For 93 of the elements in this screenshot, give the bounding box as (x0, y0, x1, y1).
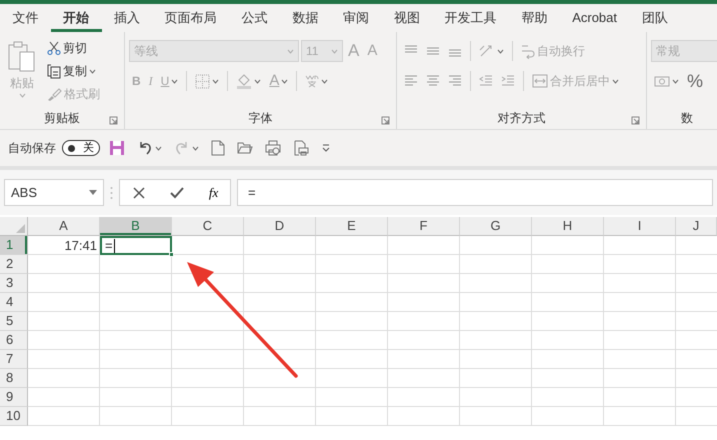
row-header[interactable]: 4 (0, 293, 28, 312)
drag-handle-icon (110, 186, 113, 200)
autosave-label: 自动保存 (8, 140, 56, 157)
ribbon-tab[interactable]: 开发工具 (432, 4, 510, 32)
wrap-text-icon (521, 43, 535, 59)
caret-icon (331, 48, 338, 54)
scissors-icon (47, 41, 61, 55)
group-label: 数 (681, 110, 693, 127)
row-header[interactable]: 10 (0, 407, 28, 426)
folder-icon (237, 141, 253, 155)
font-name-value: 等线 (134, 43, 158, 60)
column-header[interactable]: D (244, 217, 316, 236)
caret-icon (192, 146, 199, 150)
caret-icon (89, 68, 96, 74)
column-header[interactable]: E (316, 217, 388, 236)
decrease-indent-icon (479, 74, 493, 88)
caret-icon (212, 78, 220, 84)
document-printer-icon (293, 140, 309, 156)
caret-icon (321, 78, 328, 84)
row-header[interactable]: 9 (0, 388, 28, 407)
cut-button[interactable]: 剪切 (44, 38, 103, 58)
column-header[interactable]: C (172, 217, 244, 236)
caret-icon (612, 78, 619, 84)
align-left-icon (404, 74, 418, 88)
caret-icon (254, 78, 262, 84)
column-header[interactable]: A (28, 217, 100, 236)
ribbon-tab[interactable]: Acrobat (560, 4, 630, 32)
column-header[interactable]: I (604, 217, 676, 236)
align-right-icon (448, 74, 462, 88)
autosave-toggle[interactable]: 关 (62, 140, 100, 156)
ribbon-tab[interactable]: 文件 (0, 4, 51, 32)
row-header[interactable]: 8 (0, 369, 28, 388)
name-box[interactable]: ABS (4, 179, 104, 206)
ribbon-tab[interactable]: 视图 (381, 4, 432, 32)
dialog-launcher-icon[interactable] (381, 116, 390, 125)
ribbon-tab[interactable]: 审阅 (330, 4, 382, 32)
copy-icon (47, 64, 61, 78)
dropdown-arrow-icon[interactable] (89, 190, 97, 195)
caret-icon (497, 48, 504, 54)
column-header[interactable]: J (676, 217, 717, 236)
borders-icon (195, 74, 210, 88)
ribbon-tab[interactable]: 帮助 (509, 4, 560, 32)
group-label: 剪贴板 (44, 110, 80, 127)
formula-input[interactable]: = (237, 179, 713, 206)
font-size-value: 11 (306, 43, 318, 60)
caret-icon (171, 78, 178, 84)
caret-icon (281, 78, 288, 84)
accounting-icon (654, 74, 670, 88)
ribbon-tab[interactable]: 团队 (629, 4, 680, 32)
row-header[interactable]: 5 (0, 312, 28, 331)
row-header[interactable]: 2 (0, 255, 28, 274)
save-icon (109, 140, 125, 156)
caret-icon (672, 78, 679, 84)
column-header[interactable]: G (460, 217, 532, 236)
align-center-icon (426, 74, 440, 88)
increase-indent-icon (501, 74, 515, 88)
caret-icon (287, 48, 294, 54)
insert-function-button[interactable]: fx (206, 182, 220, 202)
row-header[interactable]: 1 (0, 236, 28, 255)
customize-caret-icon (321, 143, 331, 153)
caret-icon (155, 146, 162, 150)
active-cell[interactable]: = (100, 236, 172, 255)
row-header[interactable]: 7 (0, 350, 28, 369)
number-format-value: 常规 (656, 43, 680, 60)
select-all-button[interactable] (0, 217, 28, 236)
document-icon (211, 140, 225, 156)
checkmark-icon (170, 186, 184, 198)
brush-icon (47, 87, 62, 101)
ribbon-tab[interactable]: 公式 (229, 4, 280, 32)
ribbon-tab[interactable]: 插入 (102, 4, 152, 32)
phonetic-guide-icon (305, 74, 320, 88)
row-header[interactable]: 3 (0, 274, 28, 293)
column-header[interactable]: F (388, 217, 460, 236)
clipboard-icon (7, 39, 37, 73)
printer-icon (265, 140, 281, 156)
ribbon-tab[interactable]: 数据 (280, 4, 331, 32)
merge-cells-icon (532, 74, 548, 88)
copy-button[interactable]: 复制 (44, 61, 103, 81)
select-all-triangle-icon (16, 224, 25, 233)
ribbon-tab[interactable]: 开始 (50, 4, 102, 32)
column-header[interactable]: B (100, 217, 172, 236)
caret-icon (18, 93, 26, 98)
ribbon-tab[interactable]: 页面布局 (152, 4, 230, 32)
row-header[interactable]: 6 (0, 331, 28, 350)
paint-bucket-icon (236, 73, 252, 89)
name-box-value: ABS (11, 184, 38, 202)
dialog-launcher-icon[interactable] (109, 116, 118, 125)
dialog-launcher-icon[interactable] (631, 116, 640, 125)
table-cell[interactable]: 17:41 (28, 236, 100, 255)
column-header[interactable]: H (532, 217, 604, 236)
group-label: 对齐方式 (498, 110, 546, 127)
group-label: 字体 (248, 110, 272, 127)
close-icon (132, 186, 145, 198)
